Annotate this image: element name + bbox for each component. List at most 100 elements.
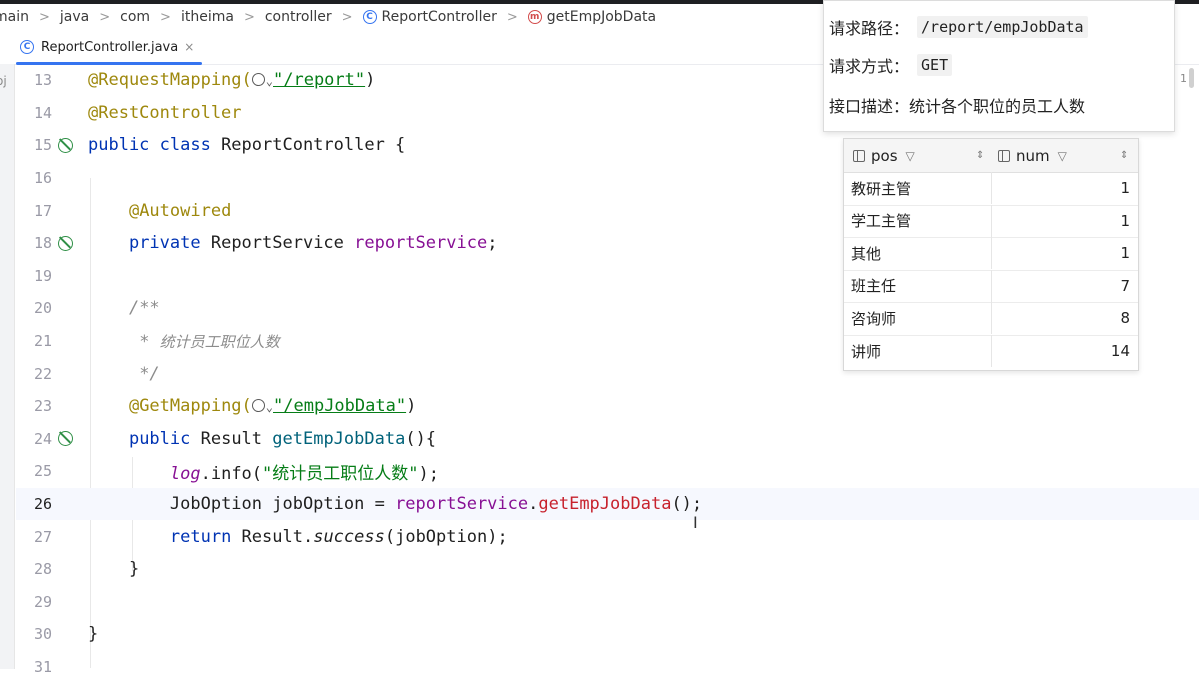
line-number: 23 [33, 397, 52, 416]
table-row[interactable]: 学工主管 1 [844, 204, 1138, 239]
code-text: } [88, 624, 99, 645]
line-number: 18 [33, 234, 52, 253]
query-result-table: pos ▽ ⇕ num ▽ ⇕ 教研主管 1 学工主管 1 其他 1 班主任 7… [843, 138, 1139, 371]
chevron-down-icon[interactable]: ⌄ [266, 74, 273, 88]
code-text: JobOption jobOption = reportService.getE… [169, 494, 703, 515]
sort-icon[interactable]: ⇕ [1120, 150, 1128, 161]
code-line[interactable]: 28 } [16, 553, 1199, 586]
cell-pos: 咨询师 [851, 309, 897, 328]
class-icon: C [362, 10, 377, 24]
breadcrumb-separator: > [160, 9, 171, 25]
sort-icon[interactable]: ⇕ [976, 150, 984, 161]
text-cursor-icon: I [693, 513, 698, 532]
breadcrumb-separator: > [341, 9, 353, 25]
column-header-num[interactable]: num ▽ [998, 139, 1067, 172]
code-line[interactable]: 23 @GetMapping(⌄"/empJobData") [16, 390, 1199, 423]
cell-num: 1 [1120, 244, 1130, 263]
api-desc-value: 统计各个职位的员工人数 [909, 97, 1086, 116]
breadcrumb-item-main[interactable]: main [0, 9, 29, 25]
column-icon [853, 149, 865, 162]
table-row[interactable]: 咨询师 8 [844, 302, 1138, 336]
api-method-value: GET [917, 54, 953, 76]
breadcrumb-item-com[interactable]: com [120, 9, 150, 25]
scrollbar[interactable] [1189, 68, 1194, 88]
cell-pos: 学工主管 [851, 212, 912, 231]
code-line[interactable]: 30 } [16, 618, 1199, 651]
filter-icon[interactable]: ▽ [1058, 149, 1067, 163]
globe-icon[interactable] [251, 73, 265, 87]
code-text: public class ReportController { [88, 135, 406, 156]
cell-num: 14 [1110, 342, 1130, 360]
chevron-down-icon[interactable]: ⌄ [266, 400, 273, 414]
tab-reportcontroller[interactable]: C ReportController.java × [16, 30, 203, 65]
breadcrumb-item-class[interactable]: C ReportController [362, 9, 497, 25]
code-text: @Autowired [128, 200, 232, 221]
bean-gutter-icon[interactable] [58, 235, 73, 251]
code-text: public Result getEmpJobData(){ [128, 428, 437, 449]
breadcrumb-item-itheima[interactable]: itheima [181, 9, 234, 25]
api-desc-row: 接口描述： 统计各个职位的员工人数 [829, 93, 1085, 117]
cell-num: 1 [1120, 211, 1130, 230]
breadcrumb-item-method[interactable]: m getEmpJobData [527, 9, 657, 25]
breadcrumb-separator: > [243, 9, 255, 25]
line-number: 20 [33, 299, 52, 318]
globe-icon[interactable] [251, 399, 265, 413]
code-line[interactable]: 27 return Result.success(jobOption); [16, 520, 1199, 553]
class-icon: C [20, 40, 34, 54]
line-number: 21 [33, 332, 52, 351]
code-text: return Result.success(jobOption); [169, 526, 508, 547]
bean-gutter-icon[interactable] [58, 137, 73, 153]
table-row[interactable]: 其他 1 [844, 237, 1138, 271]
line-number: 15 [33, 136, 52, 155]
line-number: 27 [33, 527, 52, 546]
close-icon[interactable]: × [184, 40, 194, 54]
column-header-pos[interactable]: pos ▽ [853, 139, 915, 172]
cell-pos: 班主任 [851, 277, 897, 296]
code-text: log.info("统计员工职位人数"); [169, 463, 439, 484]
api-method-label: 请求方式： [829, 57, 910, 76]
line-number: 16 [33, 169, 52, 188]
breadcrumb-method-label: getEmpJobData [546, 9, 657, 25]
inspection-count[interactable]: 1 [1180, 72, 1187, 85]
code-text: /** [128, 298, 160, 319]
code-text: @RequestMapping(⌄"/report") [88, 70, 376, 91]
line-number: 14 [33, 103, 52, 122]
cell-pos: 其他 [851, 244, 882, 263]
code-line[interactable]: 25 log.info("统计员工职位人数"); [16, 455, 1199, 488]
project-strip-label: oj [0, 74, 7, 88]
code-line-current[interactable]: 26 JobOption jobOption = reportService.g… [16, 487, 1199, 521]
code-line[interactable]: 24 public Result getEmpJobData(){ [16, 423, 1199, 456]
breadcrumb-separator: > [99, 9, 111, 25]
line-number: 29 [33, 592, 52, 611]
table-row[interactable]: 班主任 7 [844, 269, 1138, 304]
code-text: } [128, 559, 140, 580]
code-line[interactable]: 29 [16, 586, 1199, 619]
breadcrumb-item-java[interactable]: java [60, 9, 89, 25]
code-text: @GetMapping(⌄"/empJobData") [128, 396, 417, 417]
code-text: @RestController [88, 102, 242, 123]
code-text: */ [128, 363, 160, 384]
line-number: 17 [33, 201, 52, 220]
breadcrumb-separator: > [38, 9, 50, 25]
line-number: 30 [33, 625, 52, 644]
line-number: 26 [33, 495, 52, 514]
line-number: 25 [33, 462, 52, 481]
line-number: 19 [33, 266, 52, 285]
cell-num: 7 [1120, 276, 1130, 295]
breadcrumb-item-controller[interactable]: controller [265, 9, 332, 25]
api-desc-label: 接口描述： [829, 97, 910, 116]
tab-label: ReportController.java [41, 39, 179, 55]
project-tool-strip[interactable]: oj [0, 64, 15, 669]
api-info-panel: 请求路径： /report/empJobData 请求方式： GET 接口描述：… [823, 0, 1175, 132]
endpoint-gutter-icon[interactable] [58, 431, 73, 447]
filter-icon[interactable]: ▽ [906, 149, 915, 163]
breadcrumb-separator: > [506, 9, 518, 25]
api-method-row: 请求方式： GET [829, 53, 953, 77]
code-line[interactable]: 31 [16, 651, 1199, 683]
api-path-row: 请求路径： /report/empJobData [829, 15, 1088, 39]
table-row[interactable]: 讲师 14 [844, 335, 1138, 368]
table-row[interactable]: 教研主管 1 [844, 172, 1138, 206]
line-number: 22 [33, 364, 52, 383]
code-text: private ReportService reportService; [128, 233, 498, 254]
cell-num: 1 [1120, 179, 1130, 197]
